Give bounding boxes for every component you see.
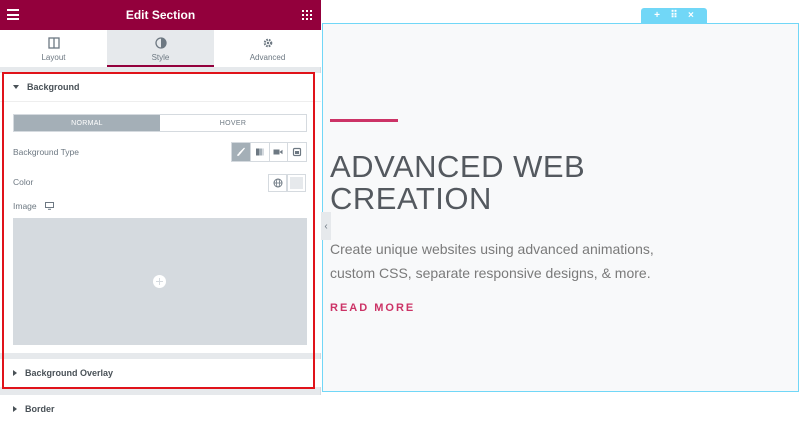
- tab-advanced-label: Advanced: [249, 53, 286, 62]
- image-label-row: Image: [13, 201, 54, 211]
- background-controls: NORMAL HOVER Background Type Color Image: [0, 101, 321, 353]
- background-type-label: Background Type: [13, 147, 79, 157]
- gear-icon: [263, 38, 272, 48]
- caret-down-icon: [13, 85, 19, 89]
- body-line-1: Create unique websites using advanced an…: [330, 241, 654, 257]
- state-normal-tab[interactable]: NORMAL: [14, 115, 160, 131]
- tab-style-label: Style: [151, 53, 170, 62]
- caret-right-icon: [13, 406, 17, 412]
- drag-handle-icon[interactable]: ⠿: [670, 10, 677, 21]
- slideshow-type-button[interactable]: [287, 143, 306, 161]
- section-overlay-label: Background Overlay: [25, 368, 114, 378]
- collapse-panel-button[interactable]: ‹: [321, 212, 331, 240]
- panel-tabs: Layout Style Advanced: [0, 30, 321, 67]
- image-dropzone[interactable]: [13, 218, 307, 345]
- editor-panel: Edit Section Layout Style Advanced Backg…: [0, 0, 321, 423]
- gradient-type-button[interactable]: [249, 143, 269, 161]
- caret-right-icon: [13, 370, 17, 376]
- tab-layout[interactable]: Layout: [0, 30, 107, 67]
- page-headline: ADVANCED WEB CREATION: [330, 151, 630, 215]
- tab-style[interactable]: Style: [107, 30, 214, 67]
- gradient-icon: [255, 148, 264, 156]
- read-more-link[interactable]: READ MORE: [330, 302, 415, 314]
- section-border-header[interactable]: Border: [0, 395, 321, 423]
- globe-icon: [273, 178, 282, 188]
- tab-layout-label: Layout: [41, 53, 66, 62]
- image-label: Image: [13, 201, 37, 211]
- body-line-2: custom CSS, separate responsive designs,…: [330, 265, 651, 281]
- section-border-label: Border: [25, 404, 55, 414]
- accent-divider: [330, 119, 398, 122]
- section-background-header[interactable]: Background: [0, 73, 321, 101]
- style-icon: [154, 37, 167, 49]
- classic-type-button[interactable]: [232, 143, 250, 161]
- desktop-icon[interactable]: [45, 202, 54, 210]
- add-section-icon[interactable]: +: [654, 10, 660, 21]
- section-handle: + ⠿ ×: [641, 8, 707, 23]
- background-type-choices: [231, 142, 307, 162]
- panel-title: Edit Section: [125, 8, 196, 22]
- headline-line-1: ADVANCED WEB: [330, 149, 586, 184]
- chevron-left-icon: ‹: [324, 220, 328, 232]
- delete-section-icon[interactable]: ×: [688, 10, 694, 21]
- video-icon: [273, 149, 283, 155]
- layout-icon: [47, 37, 60, 49]
- add-image-icon[interactable]: [153, 275, 166, 288]
- page-body-text: Create unique websites using advanced an…: [330, 237, 690, 285]
- state-hover-tab[interactable]: HOVER: [160, 115, 306, 131]
- video-type-button[interactable]: [268, 143, 288, 161]
- state-toggle: NORMAL HOVER: [13, 114, 307, 132]
- color-label: Color: [13, 177, 34, 187]
- global-colors-button[interactable]: [268, 174, 287, 192]
- section-background-label: Background: [27, 82, 80, 92]
- slideshow-icon: [293, 147, 302, 157]
- section-overlay-header[interactable]: Background Overlay: [0, 359, 321, 387]
- color-swatch[interactable]: [287, 174, 306, 192]
- headline-line-2: CREATION: [330, 181, 492, 216]
- panel-header: Edit Section: [0, 0, 321, 30]
- brush-icon: [237, 147, 245, 156]
- widgets-grid-icon[interactable]: [302, 10, 312, 20]
- tab-advanced[interactable]: Advanced: [214, 30, 321, 67]
